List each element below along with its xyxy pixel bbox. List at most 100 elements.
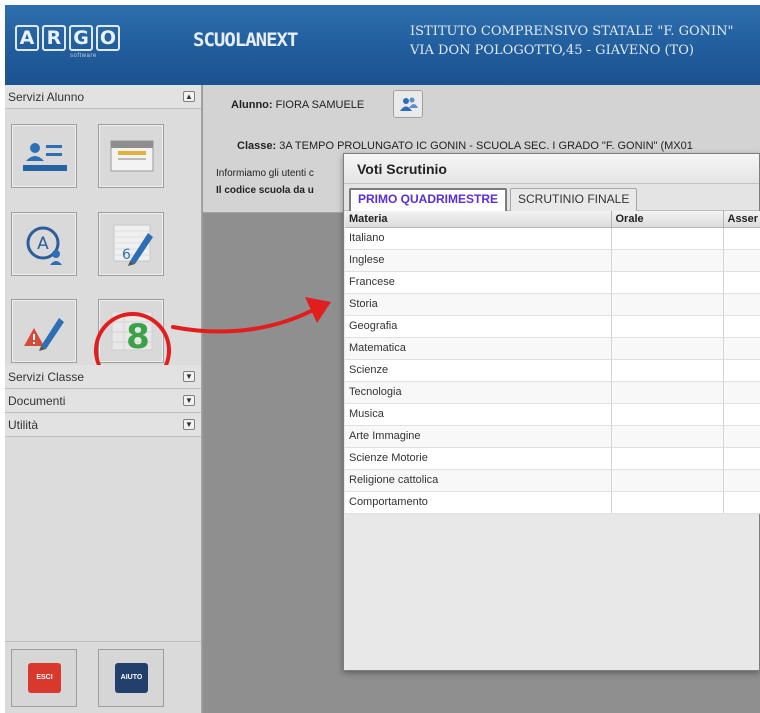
app-window: A R G O software SCUOLANEXT ISTITUTO COM… xyxy=(5,5,760,713)
subject-cell: Geografia xyxy=(345,315,612,338)
subject-cell: Scienze xyxy=(345,359,612,382)
assenze-cell xyxy=(723,425,760,448)
assenze-cell xyxy=(723,381,760,404)
footer-buttons: ESCI AIUTO xyxy=(5,641,201,713)
assenze-cell xyxy=(723,271,760,294)
table-row[interactable]: Comportamento xyxy=(345,491,760,514)
voti-scrutinio-dialog: Voti Scrutinio PRIMO QUADRIMESTRE SCRUTI… xyxy=(343,153,760,671)
users-icon xyxy=(400,97,418,111)
orale-cell xyxy=(611,271,724,294)
table-row[interactable]: Storia xyxy=(345,293,760,316)
school-name: ISTITUTO COMPRENSIVO STATALE "F. GONIN" xyxy=(410,24,734,39)
subject-cell: Comportamento xyxy=(345,491,612,514)
logo-letter: O xyxy=(96,25,120,51)
table-row[interactable]: Matematica xyxy=(345,337,760,360)
column-header[interactable]: Asser xyxy=(723,211,760,228)
class-row: Classe: 3A TEMPO PROLUNGATO IC GONIN - S… xyxy=(237,140,693,152)
grades-pencil-icon: 6 xyxy=(113,224,153,266)
assenze-cell xyxy=(723,359,760,382)
grades-table: Materia Orale Asser Italiano Inglese Franc… xyxy=(345,211,760,514)
sidebar-section-label: Utilità xyxy=(8,418,39,432)
orale-cell xyxy=(611,469,724,492)
school-info: ISTITUTO COMPRENSIVO STATALE "F. GONIN" … xyxy=(410,22,734,60)
table-row[interactable]: Scienze Motorie xyxy=(345,447,760,470)
table-row[interactable]: Religione cattolica xyxy=(345,469,760,492)
table-header-row: Materia Orale Asser xyxy=(345,211,760,228)
orale-cell xyxy=(611,403,724,426)
grade-badge: 6 xyxy=(122,247,131,263)
assenze-cell xyxy=(723,249,760,272)
logo-letter: G xyxy=(69,25,93,51)
column-header[interactable]: Orale xyxy=(611,211,724,228)
orale-cell xyxy=(611,491,724,514)
expand-icon[interactable]: ▼ xyxy=(183,395,195,406)
table-row[interactable]: Tecnologia xyxy=(345,381,760,404)
orale-cell xyxy=(611,425,724,448)
svg-text:A: A xyxy=(37,234,49,254)
register-icon xyxy=(110,140,154,172)
tab-primo-quadrimestre[interactable]: PRIMO QUADRIMESTRE xyxy=(349,188,508,211)
table-row[interactable]: Arte Immagine xyxy=(345,425,760,448)
table-row[interactable]: Francese xyxy=(345,271,760,294)
exit-label: ESCI xyxy=(28,663,61,693)
subject-cell: Storia xyxy=(345,293,612,316)
student-card-icon xyxy=(23,143,67,171)
tile-student-card[interactable] xyxy=(11,124,77,188)
table-row[interactable]: Italiano xyxy=(345,227,760,250)
subject-cell: Italiano xyxy=(345,227,612,250)
tile-register[interactable] xyxy=(98,124,164,188)
table-row[interactable]: Musica xyxy=(345,403,760,426)
help-label: AIUTO xyxy=(115,663,148,693)
collapse-icon[interactable]: ▲ xyxy=(183,91,195,102)
orale-cell xyxy=(611,359,724,382)
sidebar-section-servizi-alunno[interactable]: Servizi Alunno ▲ xyxy=(5,85,201,109)
subject-cell: Francese xyxy=(345,271,612,294)
subject-cell: Arte Immagine xyxy=(345,425,612,448)
sidebar-section-servizi-classe[interactable]: Servizi Classe ▼ xyxy=(5,365,201,389)
assenze-cell xyxy=(723,491,760,514)
assenze-cell xyxy=(723,469,760,492)
brand-title: SCUOLANEXT xyxy=(193,29,298,51)
help-button[interactable]: AIUTO xyxy=(98,649,164,707)
orale-cell xyxy=(611,227,724,250)
logo-subtitle: software xyxy=(70,53,97,59)
orale-cell xyxy=(611,315,724,338)
tile-notes[interactable] xyxy=(11,299,77,363)
column-header[interactable]: Materia xyxy=(345,211,612,228)
logo-letter: A xyxy=(15,25,39,51)
orale-cell xyxy=(611,293,724,316)
tile-absences[interactable]: A xyxy=(11,212,77,276)
sidebar-section-label: Documenti xyxy=(8,394,66,408)
school-address: VIA DON POLOGOTTO,45 - GIAVENO (TO) xyxy=(410,43,694,58)
table-row[interactable]: Geografia xyxy=(345,315,760,338)
orale-cell xyxy=(611,447,724,470)
notice-line: Informiamo gli utenti c xyxy=(216,168,314,179)
exit-button[interactable]: ESCI xyxy=(11,649,77,707)
orale-cell xyxy=(611,337,724,360)
notes-warning-icon xyxy=(24,318,64,351)
period-tabs: PRIMO QUADRIMESTRE SCRUTINIO FINALE xyxy=(344,184,759,211)
tile-grades[interactable]: 6 xyxy=(98,212,164,276)
tab-scrutinio-finale[interactable]: SCRUTINIO FINALE xyxy=(510,188,638,211)
assenze-cell xyxy=(723,403,760,426)
class-value: 3A TEMPO PROLUNGATO IC GONIN - SCUOLA SE… xyxy=(279,140,693,152)
sidebar-section-utilita[interactable]: Utilità ▼ xyxy=(5,413,201,437)
assenze-cell xyxy=(723,293,760,316)
sidebar-section-documenti[interactable]: Documenti ▼ xyxy=(5,389,201,413)
main-content: Alunno: FIORA SAMUELE Classe: 3A TEMPO P… xyxy=(203,85,760,713)
subject-cell: Matematica xyxy=(345,337,612,360)
subject-cell: Tecnologia xyxy=(345,381,612,404)
notice-line: Il codice scuola da u xyxy=(216,185,314,196)
class-label: Classe: xyxy=(237,140,277,152)
student-row: Alunno: FIORA SAMUELE xyxy=(231,99,364,111)
red-arrow xyxy=(171,297,331,334)
subject-cell: Musica xyxy=(345,403,612,426)
table-row[interactable]: Scienze xyxy=(345,359,760,382)
sidebar-section-label: Servizi Classe xyxy=(8,370,85,384)
logo-letter: R xyxy=(42,25,66,51)
expand-icon[interactable]: ▼ xyxy=(183,371,195,382)
app-header: A R G O software SCUOLANEXT ISTITUTO COM… xyxy=(5,5,760,85)
expand-icon[interactable]: ▼ xyxy=(183,419,195,430)
change-student-button[interactable] xyxy=(393,90,423,118)
table-row[interactable]: Inglese xyxy=(345,249,760,272)
